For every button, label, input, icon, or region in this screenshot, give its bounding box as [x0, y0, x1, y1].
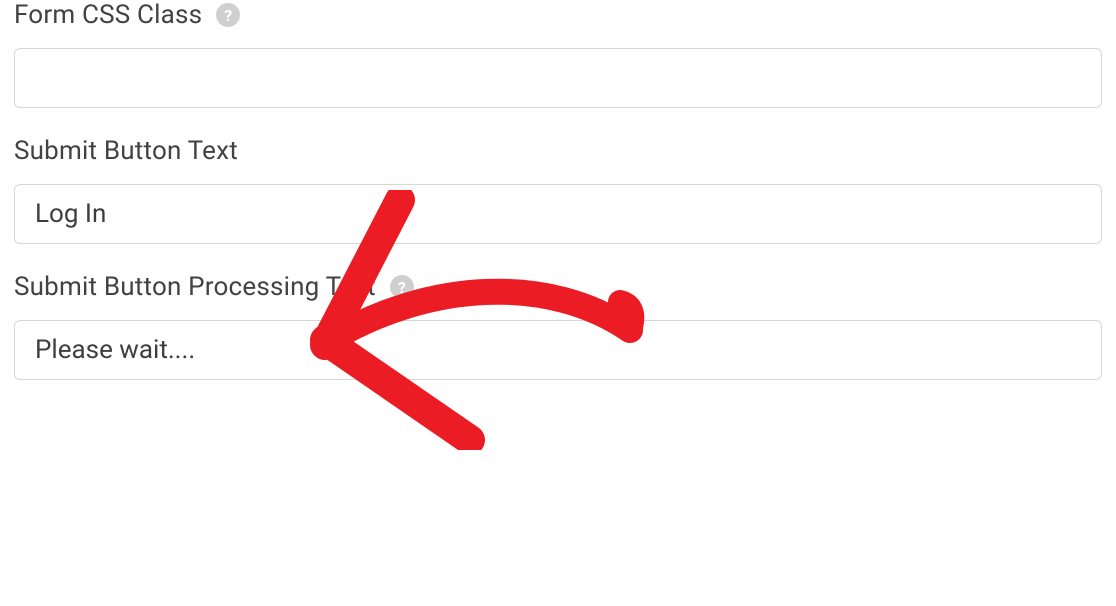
- submit-button-text-label: Submit Button Text: [14, 136, 238, 166]
- submit-button-processing-text-label: Submit Button Processing Text: [14, 272, 376, 302]
- label-row: Submit Button Processing Text ?: [14, 272, 1102, 302]
- form-css-class-label: Form CSS Class: [14, 0, 202, 30]
- submit-button-processing-text-input[interactable]: [14, 320, 1102, 380]
- help-icon[interactable]: ?: [216, 3, 240, 27]
- field-group-form-css-class: Form CSS Class ?: [14, 0, 1102, 108]
- form-css-class-input[interactable]: [14, 48, 1102, 108]
- label-row: Submit Button Text: [14, 136, 1102, 166]
- field-group-submit-button-processing-text: Submit Button Processing Text ?: [14, 272, 1102, 380]
- label-row: Form CSS Class ?: [14, 0, 1102, 30]
- help-icon[interactable]: ?: [390, 275, 414, 299]
- form-settings-panel: Form CSS Class ? Submit Button Text Subm…: [0, 0, 1116, 380]
- submit-button-text-input[interactable]: [14, 184, 1102, 244]
- field-group-submit-button-text: Submit Button Text: [14, 136, 1102, 244]
